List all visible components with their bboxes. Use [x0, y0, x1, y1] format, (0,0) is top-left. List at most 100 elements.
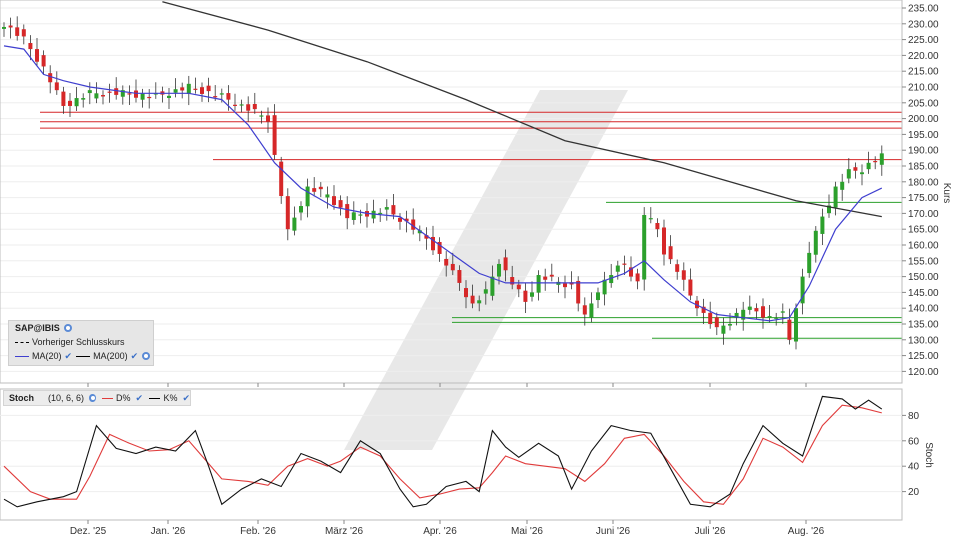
candle-body [114, 88, 119, 95]
candle-body [543, 276, 548, 280]
candle-body [87, 90, 92, 94]
ma-settings-icon[interactable] [142, 352, 151, 360]
price-tick-label: 140.00 [908, 304, 939, 315]
stock-chart: 235.00 230.00 225.00 220.00 215.00 210.00 205.… [0, 0, 952, 537]
candle [807, 241, 812, 278]
stoch-tick-label: 20 [908, 487, 920, 498]
candle-body [74, 98, 79, 107]
candle [233, 93, 237, 111]
candle-body [596, 292, 600, 301]
candle-body [219, 93, 224, 95]
candle [655, 218, 660, 238]
price-tick-label: 185.00 [908, 162, 939, 173]
candle-body [200, 87, 204, 94]
candle [134, 79, 138, 103]
candle [252, 92, 257, 114]
candle [35, 38, 39, 67]
candle-body [860, 172, 864, 175]
candle [411, 208, 416, 235]
settings-icon[interactable] [63, 324, 72, 332]
candle-body [233, 104, 237, 106]
candle [87, 82, 92, 105]
candle-body [655, 223, 660, 230]
candle [140, 88, 145, 108]
candle [186, 75, 191, 106]
candle-body [582, 305, 587, 315]
candle [662, 219, 666, 266]
candle [153, 82, 158, 99]
stoch-legend: Stoch (10, 6, 6) D% ✔ K% ✔ [3, 390, 191, 406]
candle-body [747, 306, 752, 310]
price-tick-label: 225.00 [908, 35, 939, 46]
candle-body [351, 212, 356, 220]
dashed-line-swatch [15, 341, 29, 343]
stoch-settings-icon[interactable] [89, 394, 96, 402]
candle [800, 268, 805, 315]
candle-body [635, 273, 640, 282]
candle-body [477, 300, 482, 304]
price-tick-label: 210.00 [908, 83, 939, 94]
price-tick-label: 120.00 [908, 367, 939, 378]
candle-body [516, 284, 521, 290]
price-tick-label: 190.00 [908, 146, 939, 157]
ma200-toggle-icon[interactable]: ✔ [131, 349, 139, 363]
candle-body [206, 85, 211, 92]
candle [609, 263, 614, 288]
candle-body [866, 162, 871, 170]
candle-body [523, 290, 528, 302]
price-tick-label: 145.00 [908, 288, 939, 299]
price-tick-label: 170.00 [908, 209, 939, 220]
candle [173, 78, 178, 98]
candle [206, 77, 211, 103]
candle-body [384, 207, 389, 210]
candle-body [787, 319, 792, 340]
candle [147, 89, 152, 109]
candle [701, 298, 706, 324]
stoch-tick-label: 60 [908, 436, 920, 447]
candle-body [721, 325, 726, 334]
candle-body [846, 169, 851, 179]
candle [351, 201, 356, 225]
candle [305, 178, 310, 218]
candle-body [794, 308, 798, 342]
candle-body [28, 43, 33, 50]
candle-body [767, 316, 772, 318]
candle [200, 82, 204, 102]
candle-body [774, 317, 779, 319]
candle-body [873, 161, 878, 163]
candle-body [483, 289, 488, 294]
stoch-y-axis: 20 40 60 80 [902, 411, 920, 498]
candle [398, 213, 402, 230]
stoch-tick-label: 40 [908, 462, 920, 473]
candle-body [305, 186, 310, 207]
candle [549, 263, 554, 282]
candle-body [490, 276, 495, 296]
price-tick-label: 215.00 [908, 67, 939, 78]
candle [193, 77, 198, 94]
candle [345, 196, 350, 230]
candle [15, 16, 20, 41]
price-tick-label: 175.00 [908, 193, 939, 204]
candle [338, 195, 343, 216]
candle-body [107, 91, 112, 93]
stoch-params: (10, 6, 6) [48, 393, 85, 403]
ma20-toggle-icon[interactable]: ✔ [65, 349, 73, 363]
candle [780, 303, 785, 324]
stoch-tick-label: 80 [908, 411, 920, 422]
candle-body [457, 270, 462, 283]
candle [820, 208, 825, 245]
candle-body [8, 25, 13, 28]
stoch-k-toggle-icon[interactable]: ✔ [182, 393, 190, 404]
candle-body [134, 90, 138, 98]
candle [160, 86, 165, 103]
candle-body [780, 311, 785, 313]
candle-body [167, 95, 171, 98]
candle [384, 199, 389, 221]
candle-body [239, 104, 244, 106]
candle-body [180, 87, 185, 91]
candle [648, 207, 653, 224]
legend-symbol: SAP@IBIS [15, 323, 60, 333]
stoch-d-toggle-icon[interactable]: ✔ [135, 393, 143, 404]
candle [813, 226, 818, 263]
candle [74, 87, 79, 111]
